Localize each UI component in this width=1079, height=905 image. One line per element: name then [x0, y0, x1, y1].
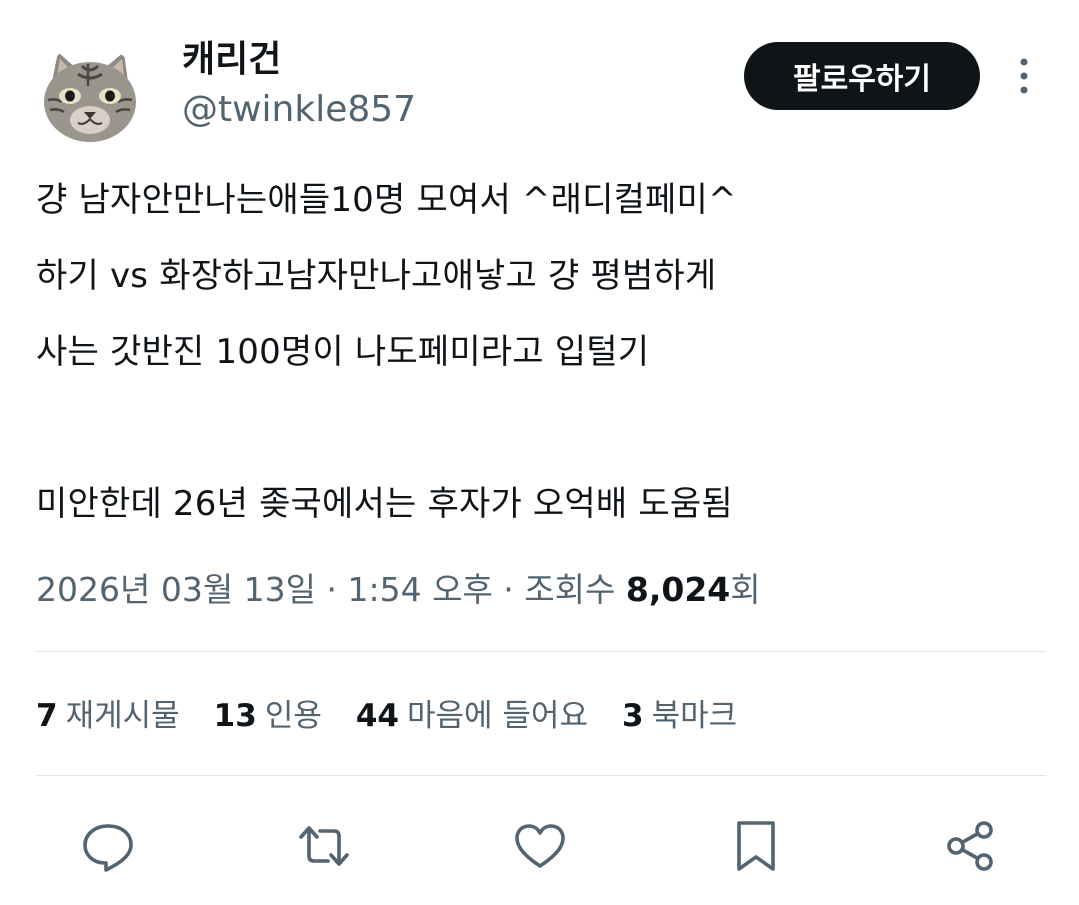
tweet-text: 걍 남자안만나는애들10명 모여서 ^래디컬페미^ 하기 vs 화장하고남자만나… [36, 162, 1046, 542]
tweet-line: 사는 갓반진 100명이 나도페미라고 입털기 [36, 332, 650, 372]
like-button[interactable] [510, 816, 570, 876]
stat-number: 7 [36, 698, 58, 734]
bookmark-button[interactable] [726, 816, 786, 876]
follow-button[interactable]: 팔로우하기 [744, 42, 980, 110]
repost-icon [299, 826, 349, 866]
view-count: 8,024 [625, 570, 731, 609]
stat-number: 44 [355, 698, 399, 734]
tweet-line: 걍 남자안만나는애들10명 모여서 ^래디컬페미^ [36, 180, 737, 220]
more-vertical-icon [1020, 58, 1028, 94]
divider [36, 775, 1046, 776]
reply-icon [83, 824, 133, 872]
stat-label: 마음에 들어요 [407, 698, 588, 734]
cat-avatar-icon [44, 52, 136, 142]
stat-quotes[interactable]: 13 인용 [214, 688, 322, 744]
reply-button[interactable] [78, 816, 138, 876]
tweet-meta: 2026년 03월 13일 · 1:54 오후 · 조회수 8,024회 [36, 562, 761, 618]
user-handle[interactable]: @twinkle857 [182, 86, 416, 134]
divider [36, 651, 1046, 652]
avatar[interactable] [38, 44, 142, 148]
repost-button[interactable] [294, 816, 354, 876]
view-count-suffix: 회 [730, 570, 761, 609]
stat-number: 13 [213, 698, 257, 734]
display-name[interactable]: 캐리건 [182, 36, 281, 84]
share-icon [947, 821, 993, 871]
engagement-stats: 7 재게시물 13 인용 44 마음에 들어요 3 북마크 [36, 688, 771, 744]
more-options-button[interactable] [1004, 52, 1044, 100]
stat-label: 재게시물 [65, 698, 180, 734]
stat-reposts[interactable]: 7 재게시물 [36, 688, 180, 744]
stat-label: 인용 [264, 698, 322, 734]
stat-label: 북마크 [651, 698, 738, 734]
tweet-datetime[interactable]: 2026년 03월 13일 · 1:54 오후 · 조회수 [36, 570, 626, 609]
share-button[interactable] [940, 816, 1000, 876]
stat-likes[interactable]: 44 마음에 들어요 [356, 688, 588, 744]
tweet-line: 하기 vs 화장하고남자만나고애낳고 걍 평범하게 [36, 256, 717, 296]
stat-bookmarks[interactable]: 3 북마크 [622, 688, 737, 744]
like-icon [515, 824, 565, 868]
tweet-line: 미안한데 26년 좆국에서는 후자가 오억배 도움됨 [36, 484, 733, 524]
bookmark-icon [737, 821, 775, 871]
stat-number: 3 [621, 698, 644, 734]
